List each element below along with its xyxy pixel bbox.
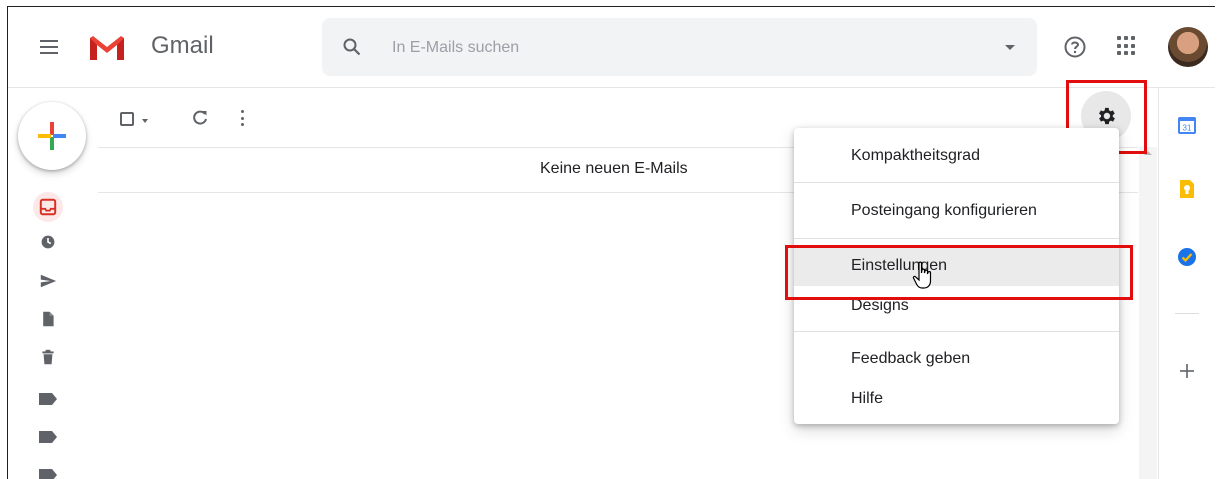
label-icon	[39, 393, 57, 405]
gmail-logo-icon[interactable]	[88, 34, 126, 62]
nav-label-3[interactable]	[36, 463, 60, 479]
top-bar: Gmail	[8, 7, 1215, 88]
side-panel: 31	[1158, 87, 1215, 479]
search-icon[interactable]	[342, 37, 362, 57]
menu-item-help[interactable]: Hilfe	[794, 379, 1119, 419]
hand-pointer-icon	[912, 261, 932, 289]
refresh-icon[interactable]	[191, 109, 209, 127]
clock-icon	[41, 235, 55, 249]
brand-name[interactable]: Gmail	[151, 32, 214, 60]
app-window: Gmail In E-Mails suchen Keine neuen E-Ma…	[7, 6, 1215, 479]
keep-icon[interactable]	[1177, 179, 1197, 199]
side-panel-divider	[1175, 313, 1199, 314]
search-options-icon[interactable]	[1005, 45, 1015, 50]
label-icon	[39, 469, 57, 479]
help-icon[interactable]	[1064, 36, 1086, 58]
compose-button[interactable]	[18, 102, 86, 170]
draft-icon	[43, 311, 54, 327]
nav-label-1[interactable]	[36, 387, 60, 411]
nav-trash[interactable]	[36, 345, 60, 369]
nav-label-2[interactable]	[36, 425, 60, 449]
calendar-icon[interactable]: 31	[1177, 115, 1197, 135]
menu-divider	[794, 182, 1119, 183]
menu-divider	[794, 331, 1119, 332]
menu-divider	[794, 238, 1119, 239]
apps-grid-icon[interactable]	[1117, 36, 1137, 56]
inbox-icon	[39, 198, 57, 216]
nav-snoozed[interactable]	[36, 230, 60, 254]
avatar[interactable]	[1168, 27, 1208, 67]
more-options-icon[interactable]	[241, 110, 245, 126]
send-icon	[40, 274, 57, 288]
search-bar[interactable]	[322, 18, 1037, 76]
menu-item-density[interactable]: Kompaktheitsgrad	[794, 136, 1119, 176]
select-all-checkbox[interactable]	[120, 112, 134, 126]
trash-icon	[42, 349, 54, 365]
label-icon	[39, 431, 57, 443]
tasks-icon[interactable]	[1177, 247, 1197, 267]
settings-item-highlight-box	[785, 245, 1133, 300]
add-addon-icon[interactable]	[1177, 361, 1197, 381]
empty-inbox-message: Keine neuen E-Mails	[540, 160, 688, 177]
menu-item-feedback[interactable]: Feedback geben	[794, 339, 1119, 379]
compose-plus-icon	[38, 122, 66, 150]
nav-sent[interactable]	[36, 269, 60, 293]
scrollbar[interactable]	[1139, 147, 1157, 479]
svg-text:31: 31	[1183, 124, 1192, 133]
search-input[interactable]	[392, 37, 952, 59]
nav-inbox[interactable]	[33, 192, 63, 222]
main-menu-icon[interactable]	[40, 40, 58, 54]
menu-item-configure-inbox[interactable]: Posteingang konfigurieren	[794, 191, 1119, 231]
nav-drafts[interactable]	[36, 307, 60, 331]
select-options-icon[interactable]	[142, 119, 148, 123]
